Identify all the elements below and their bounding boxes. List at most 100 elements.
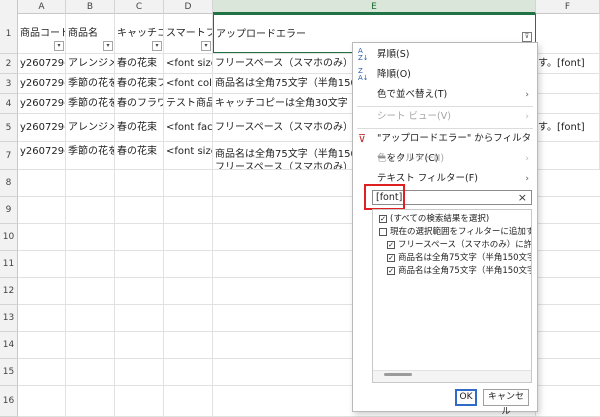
menu-sort-by-color[interactable]: 色で並べ替え(T) ›	[353, 85, 537, 105]
cell-c[interactable]	[115, 251, 164, 277]
filter-dropdown-c[interactable]: ▾	[152, 41, 162, 51]
cell-a[interactable]	[18, 278, 66, 304]
ok-button[interactable]: OK	[455, 389, 477, 406]
cell-b[interactable]: 季節の花を	[66, 74, 115, 93]
list-item[interactable]: ✓ 商品名は全角75文字（半角150文字）	[373, 252, 531, 264]
cell-a[interactable]: y260729-0	[18, 94, 66, 113]
cell-b[interactable]: アレンジメ	[66, 114, 115, 141]
list-item[interactable]: 現在の選択範囲をフィルターに追加する	[373, 226, 531, 238]
filter-active-icon[interactable]: ⊽	[522, 32, 532, 42]
row-header-12[interactable]: 12	[0, 278, 18, 305]
cell-b[interactable]	[66, 170, 115, 196]
cell-d[interactable]	[164, 359, 213, 385]
cell-f[interactable]	[536, 142, 600, 169]
cell-d[interactable]	[164, 386, 213, 416]
cell-d[interactable]	[164, 332, 213, 358]
row-header-10[interactable]: 10	[0, 224, 18, 251]
menu-sort-ascending[interactable]: A Z↓ 昇順(S)	[353, 45, 537, 65]
filter-dropdown-a[interactable]: ▾	[54, 41, 64, 51]
row-header-9[interactable]: 9	[0, 197, 18, 224]
cell-a[interactable]: y260729-0	[18, 142, 66, 169]
scrollbar-thumb[interactable]	[384, 373, 412, 376]
menu-clear-filter[interactable]: ⊽ "アップロードエラー" からフィルターをクリア(C)	[353, 129, 537, 164]
cell-d[interactable]	[164, 278, 213, 304]
list-item[interactable]: ✓ フリースペース（スマホのみ）に許可されていな	[373, 239, 531, 251]
cell-a[interactable]	[18, 332, 66, 358]
cell-f[interactable]	[536, 94, 600, 113]
row-header-7[interactable]: 7	[0, 142, 18, 170]
cell-d[interactable]: テスト商品	[164, 94, 213, 113]
column-header-f[interactable]: F	[536, 0, 600, 14]
menu-sort-descending[interactable]: Z A↓ 降順(O)	[353, 65, 537, 85]
checkbox-unchecked[interactable]	[379, 228, 387, 236]
row-header-13[interactable]: 13	[0, 305, 18, 332]
column-header-d[interactable]: D	[164, 0, 213, 14]
cell-b[interactable]	[66, 197, 115, 223]
cell-b[interactable]	[66, 332, 115, 358]
cell-d[interactable]	[164, 224, 213, 250]
row-header-8[interactable]: 8	[0, 170, 18, 197]
cell-f[interactable]: す。[font]	[536, 54, 600, 73]
cell-a[interactable]: y260729-0	[18, 54, 66, 73]
cell-c[interactable]: 春のフラワ	[115, 94, 164, 113]
filter-values-list[interactable]: ✓ (すべての検索結果を選択) 現在の選択範囲をフィルターに追加する ✓ フリー…	[372, 209, 532, 383]
cell-a[interactable]	[18, 224, 66, 250]
cell-a[interactable]	[18, 170, 66, 196]
checkbox-checked[interactable]: ✓	[387, 267, 395, 275]
row-header-5[interactable]: 5	[0, 114, 18, 142]
cell-a[interactable]	[18, 251, 66, 277]
cancel-button[interactable]: キャンセル	[483, 389, 529, 417]
horizontal-scrollbar[interactable]	[373, 370, 531, 382]
cell-d[interactable]: <font colo	[164, 74, 213, 93]
row-header-3[interactable]: 3	[0, 74, 18, 94]
cell-f[interactable]	[536, 74, 600, 93]
row-header-4[interactable]: 4	[0, 94, 18, 114]
checkbox-checked[interactable]: ✓	[387, 241, 395, 249]
cell-b[interactable]: 季節の花を	[66, 142, 115, 169]
header-cell-a[interactable]: 商品コード ▾	[18, 14, 66, 53]
cell-a[interactable]	[18, 197, 66, 223]
column-header-c[interactable]: C	[115, 0, 164, 14]
row-header-15[interactable]: 15	[0, 359, 18, 386]
cell-b[interactable]	[66, 278, 115, 304]
checkbox-checked[interactable]: ✓	[379, 215, 387, 223]
cell-b[interactable]: アレンジメ	[66, 54, 115, 73]
header-cell-f[interactable]	[536, 14, 600, 53]
cell-d[interactable]	[164, 305, 213, 331]
column-header-a[interactable]: A	[18, 0, 66, 14]
cell-c[interactable]	[115, 386, 164, 416]
header-cell-c[interactable]: キャッチコ ▾	[115, 14, 164, 53]
cell-b[interactable]: 季節の花を	[66, 94, 115, 113]
cell-b[interactable]	[66, 305, 115, 331]
cell-d[interactable]	[164, 197, 213, 223]
cell-d[interactable]	[164, 170, 213, 196]
cell-a[interactable]: y260729-0	[18, 114, 66, 141]
row-header-2[interactable]: 2	[0, 54, 18, 74]
cell-c[interactable]	[115, 305, 164, 331]
filter-dropdown-d[interactable]: ▾	[201, 41, 211, 51]
list-item[interactable]: ✓ (すべての検索結果を選択)	[373, 213, 531, 225]
cell-b[interactable]	[66, 224, 115, 250]
cell-a[interactable]: y260729-0	[18, 74, 66, 93]
header-cell-d[interactable]: スマートフ ▾	[164, 14, 213, 53]
cell-d[interactable]: <font size	[164, 142, 213, 169]
header-cell-b[interactable]: 商品名 ▾	[66, 14, 115, 53]
cell-c[interactable]	[115, 332, 164, 358]
cell-c[interactable]	[115, 170, 164, 196]
cell-a[interactable]	[18, 386, 66, 416]
row-header-16[interactable]: 16	[0, 386, 18, 417]
cell-b[interactable]	[66, 251, 115, 277]
filter-dropdown-b[interactable]: ▾	[103, 41, 113, 51]
list-item[interactable]: ✓ 商品名は全角75文字（半角150文字）	[373, 265, 531, 277]
row-header-14[interactable]: 14	[0, 332, 18, 359]
cell-c[interactable]: 春の花束フ	[115, 74, 164, 93]
cell-a[interactable]	[18, 305, 66, 331]
cell-c[interactable]	[115, 359, 164, 385]
cell-c[interactable]: 春の花束	[115, 54, 164, 73]
checkbox-checked[interactable]: ✓	[387, 254, 395, 262]
row-header-11[interactable]: 11	[0, 251, 18, 278]
cell-f[interactable]: す。[font]	[536, 114, 600, 141]
clear-search-icon[interactable]: ×	[518, 191, 527, 204]
column-header-e[interactable]: E	[213, 0, 536, 14]
cell-c[interactable]	[115, 224, 164, 250]
